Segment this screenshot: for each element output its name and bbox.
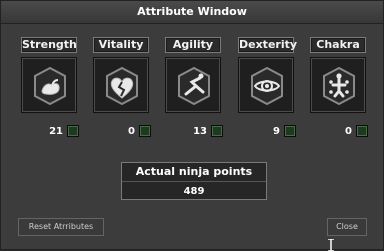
attribute-label: Chakra bbox=[310, 37, 366, 53]
attribute-value: 0 bbox=[345, 126, 352, 137]
attribute-window: Attribute Window Strength 21 Vitality 0 … bbox=[0, 0, 384, 251]
increase-vitality-button[interactable] bbox=[139, 125, 151, 137]
attribute-value: 0 bbox=[128, 126, 135, 137]
ninja-points-panel: Actual ninja points 489 bbox=[121, 162, 267, 200]
attribute-label: Agility bbox=[165, 37, 221, 53]
running-figure-icon bbox=[165, 57, 221, 113]
attribute-agility: Agility 13 bbox=[165, 37, 223, 137]
attribute-strength: Strength 21 bbox=[21, 37, 79, 137]
attribute-label: Strength bbox=[21, 37, 77, 53]
chakra-figure-icon bbox=[310, 57, 366, 113]
attribute-vitality: Vitality 0 bbox=[93, 37, 151, 137]
text-cursor-icon bbox=[328, 239, 334, 251]
attribute-value: 9 bbox=[273, 126, 280, 137]
attribute-value: 13 bbox=[193, 126, 207, 137]
eye-icon bbox=[238, 57, 294, 113]
ninja-points-value: 489 bbox=[183, 186, 205, 197]
arm-flex-icon bbox=[21, 57, 77, 113]
attribute-chakra: Chakra 0 bbox=[310, 37, 368, 137]
attribute-label: Dexterity bbox=[238, 37, 298, 53]
attribute-label: Vitality bbox=[93, 37, 149, 53]
ninja-points-label: Actual ninja points bbox=[122, 163, 266, 182]
attribute-value: 21 bbox=[49, 126, 63, 137]
window-title: Attribute Window bbox=[1, 1, 383, 24]
attribute-dexterity: Dexterity 9 bbox=[238, 37, 298, 137]
increase-chakra-button[interactable] bbox=[356, 125, 368, 137]
broken-heart-icon bbox=[93, 57, 149, 113]
close-button[interactable]: Close bbox=[327, 218, 367, 236]
increase-dexterity-button[interactable] bbox=[284, 125, 296, 137]
increase-agility-button[interactable] bbox=[211, 125, 223, 137]
reset-attributes-button[interactable]: Reset Atrributes bbox=[18, 218, 104, 236]
increase-strength-button[interactable] bbox=[67, 125, 79, 137]
